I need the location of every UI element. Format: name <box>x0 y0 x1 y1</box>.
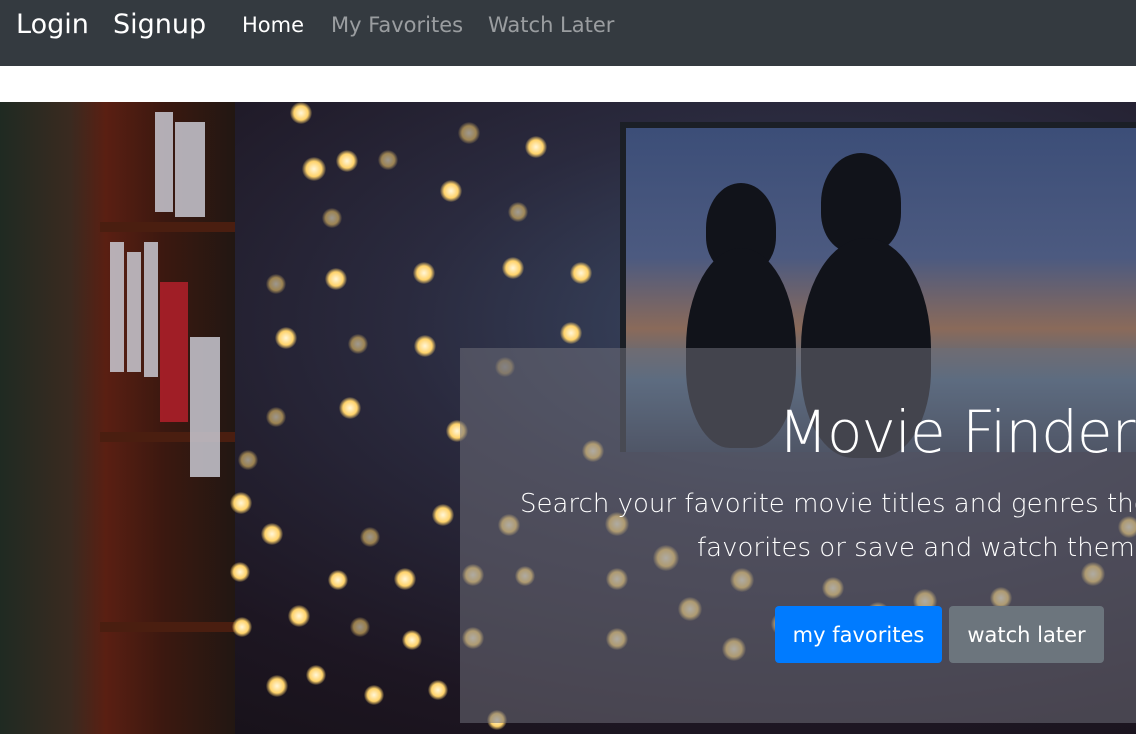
watch-later-button[interactable]: watch later <box>949 606 1104 663</box>
bookshelf-decoration <box>0 102 235 734</box>
page-title: Movie Finder <box>778 398 1135 466</box>
hero-description-line-2: favorites or save and watch them la <box>697 533 1136 563</box>
page-spacer <box>0 66 1136 102</box>
nav-my-favorites-link[interactable]: My Favorites <box>331 15 463 36</box>
signup-link[interactable]: Signup <box>113 11 206 38</box>
my-favorites-button[interactable]: my favorites <box>775 606 942 663</box>
login-link[interactable]: Login <box>16 11 89 38</box>
hero-jumbotron: Movie Finder Search your favorite movie … <box>460 348 1136 723</box>
navbar: Login Signup Home My Favorites Watch Lat… <box>0 0 1136 66</box>
hero-description-line-1: Search your favorite movie titles and ge… <box>520 489 1136 519</box>
nav-home-link[interactable]: Home <box>242 15 304 36</box>
hero-background-image: Movie Finder Search your favorite movie … <box>0 102 1136 734</box>
nav-watch-later-link[interactable]: Watch Later <box>488 15 614 36</box>
